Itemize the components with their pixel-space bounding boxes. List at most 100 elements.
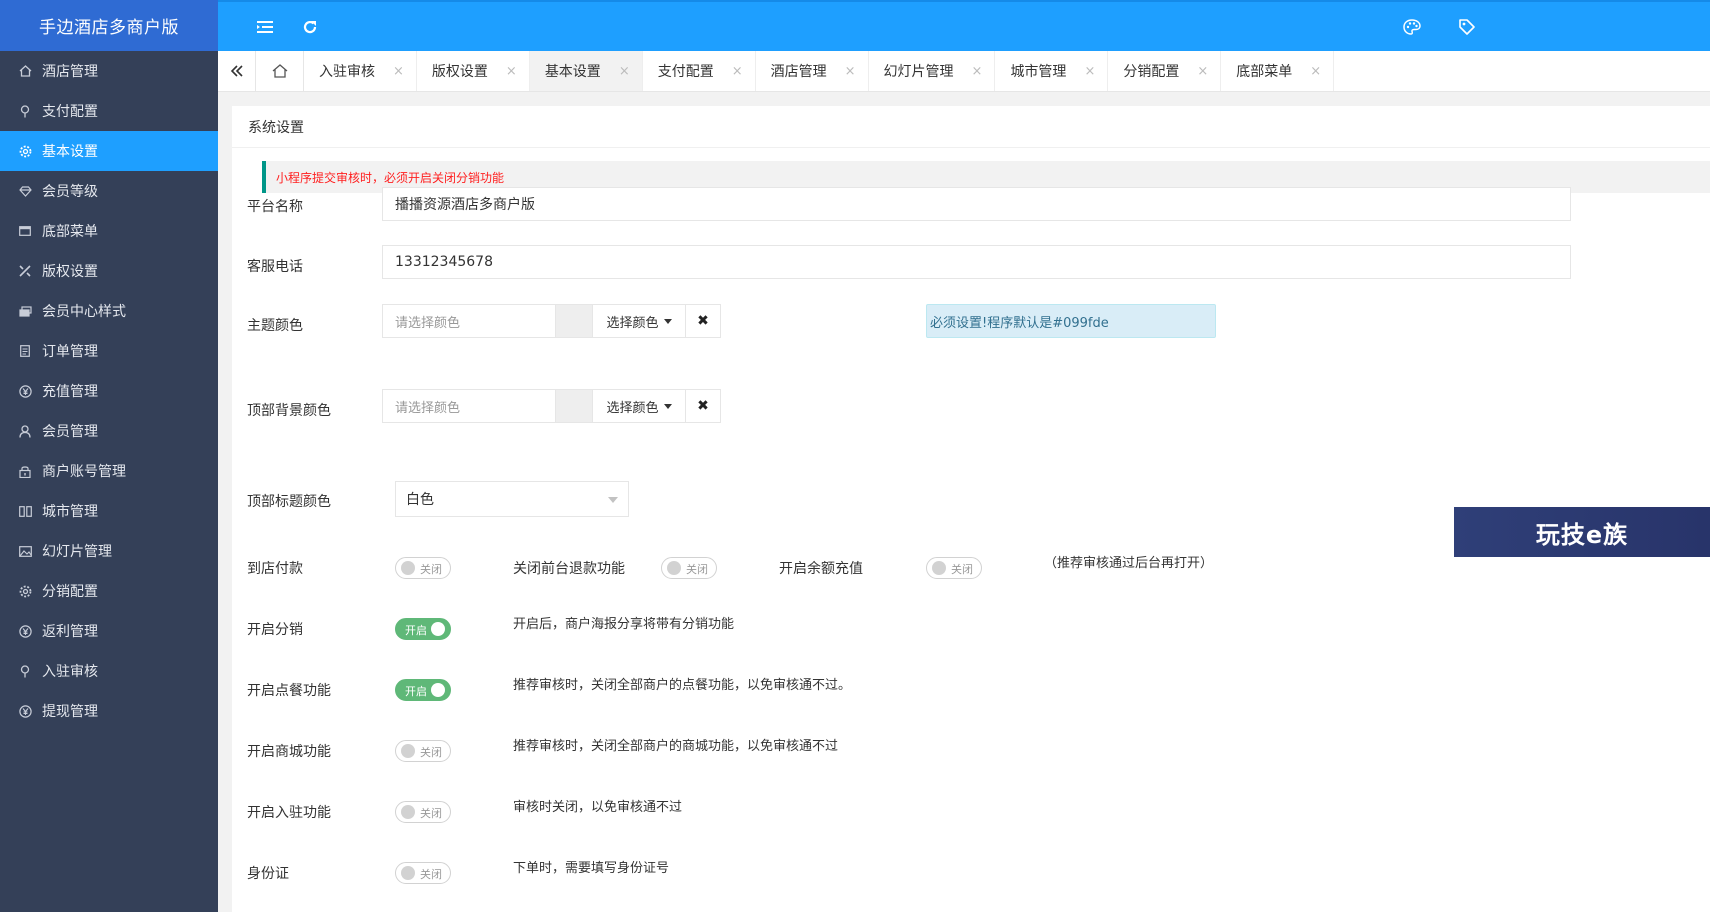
switch-knob <box>401 866 415 880</box>
sidebar-item-3[interactable]: 会员等级 <box>0 171 218 211</box>
theme-color-picker-button[interactable]: 选择颜色 <box>592 304 686 338</box>
platform-name-label: 平台名称 <box>247 199 303 215</box>
sidebar-item-label: 版权设置 <box>42 264 98 280</box>
tag-icon[interactable] <box>1447 2 1487 51</box>
sidebar-item-label: 充值管理 <box>42 384 98 400</box>
close-icon[interactable]: × <box>1197 64 1208 79</box>
mall-switch[interactable]: 关闭 <box>395 740 451 762</box>
distribution-switch[interactable]: 开启 <box>395 618 451 640</box>
switch-knob <box>401 744 415 758</box>
sidebar-item-label: 会员管理 <box>42 424 98 440</box>
tab-label: 入驻审核 <box>319 64 375 80</box>
sidebar-item-6[interactable]: 会员中心样式 <box>0 291 218 331</box>
tab-4[interactable]: 酒店管理 × <box>756 51 869 91</box>
theme-color-clear-button[interactable]: ✖ <box>685 304 721 338</box>
yen-icon <box>18 384 32 398</box>
top-bg-color-input[interactable]: 请选择颜色 <box>382 389 556 423</box>
tab-5[interactable]: 幻灯片管理 × <box>869 51 996 91</box>
switch-state-text: 开启 <box>405 685 427 698</box>
top-title-color-select[interactable]: 白色 <box>395 481 629 517</box>
sidebar-item-5[interactable]: 版权设置 <box>0 251 218 291</box>
switch-knob <box>431 683 445 697</box>
sidebar-item-12[interactable]: 幻灯片管理 <box>0 531 218 571</box>
top-bg-color-clear-button[interactable]: ✖ <box>685 389 721 423</box>
theme-color-preview <box>556 304 592 338</box>
panel-title: 系统设置 <box>232 106 1710 148</box>
balance-recharge-switch[interactable]: 关闭 <box>926 557 982 579</box>
sidebar-item-16[interactable]: 提现管理 <box>0 691 218 731</box>
close-icon[interactable]: × <box>393 64 404 79</box>
settle-in-switch[interactable]: 关闭 <box>395 801 451 823</box>
close-icon[interactable]: × <box>732 64 743 79</box>
close-icon[interactable]: × <box>619 64 630 79</box>
select-arrow-icon <box>608 497 618 503</box>
tab-home[interactable] <box>256 51 304 91</box>
service-phone-label: 客服电话 <box>247 259 303 275</box>
ordering-switch[interactable]: 开启 <box>395 679 451 701</box>
close-icon[interactable]: × <box>1084 64 1095 79</box>
sidebar-item-8[interactable]: 充值管理 <box>0 371 218 411</box>
id-card-switch[interactable]: 关闭 <box>395 862 451 884</box>
switch-knob <box>932 561 946 575</box>
tab-0[interactable]: 入驻审核 × <box>304 51 417 91</box>
tab-2[interactable]: 基本设置 × <box>529 51 643 91</box>
layers-icon <box>18 304 32 318</box>
caret-down-icon <box>663 318 672 324</box>
sidebar-item-2[interactable]: 基本设置 <box>0 131 218 171</box>
top-bg-color-label: 顶部背景颜色 <box>247 403 331 419</box>
close-icon[interactable]: × <box>506 64 517 79</box>
theme-color-input[interactable]: 请选择颜色 <box>382 304 556 338</box>
distribution-label: 开启分销 <box>247 622 303 638</box>
columns-icon <box>18 504 32 518</box>
sidebar-item-11[interactable]: 城市管理 <box>0 491 218 531</box>
sidebar-item-9[interactable]: 会员管理 <box>0 411 218 451</box>
sidebar-item-14[interactable]: 返利管理 <box>0 611 218 651</box>
tab-label: 幻灯片管理 <box>883 64 954 80</box>
switch-state-text: 关闭 <box>420 563 442 576</box>
tab-7[interactable]: 分销配置 × <box>1108 51 1222 91</box>
menu-fold-icon[interactable] <box>245 2 285 51</box>
sidebar-menu: 酒店管理支付配置 基本设置 会员等级底部菜单版权设置会员中心样式 订单管理充值管理会员… <box>0 51 218 731</box>
settle-in-label: 开启入驻功能 <box>247 805 331 821</box>
tab-3[interactable]: 支付配置 × <box>643 51 756 91</box>
recharge-note: （推荐审核通过后台再打开） <box>1044 556 1214 571</box>
gear-icon <box>18 584 32 598</box>
refresh-icon[interactable] <box>290 2 330 51</box>
ordering-label: 开启点餐功能 <box>247 683 331 699</box>
sidebar-item-4[interactable]: 底部菜单 <box>0 211 218 251</box>
sidebar-item-13[interactable]: 分销配置 <box>0 571 218 611</box>
lock-icon <box>18 464 32 478</box>
top-bg-color-picker-button[interactable]: 选择颜色 <box>592 389 686 423</box>
switch-state-text: 关闭 <box>420 807 442 820</box>
sidebar-item-7[interactable]: 订单管理 <box>0 331 218 371</box>
switch-knob <box>401 805 415 819</box>
caret-down-icon <box>663 403 672 409</box>
sidebar-item-label: 酒店管理 <box>42 64 98 80</box>
tabs-scroll-left-button[interactable] <box>218 51 256 91</box>
double-chevron-left-icon <box>230 65 243 77</box>
close-refund-switch[interactable]: 关闭 <box>661 557 717 579</box>
palette-icon[interactable] <box>1392 2 1432 51</box>
close-icon[interactable]: × <box>1310 64 1321 79</box>
close-icon[interactable]: × <box>845 64 856 79</box>
tab-1[interactable]: 版权设置 × <box>417 51 530 91</box>
location-pin-icon <box>18 104 32 118</box>
switch-knob <box>401 561 415 575</box>
pay-at-store-switch[interactable]: 关闭 <box>395 557 451 579</box>
top-bg-color-picker-label: 选择颜色 <box>606 400 659 416</box>
tab-list: 入驻审核 × 版权设置 × 基本设置 × 支付配置 × 酒店管理 × 幻灯片管理 × 城市管理 × 分销配置… <box>304 51 1335 91</box>
sidebar-item-15[interactable]: 入驻审核 <box>0 651 218 691</box>
sidebar-item-label: 返利管理 <box>42 624 98 640</box>
tools-icon <box>18 264 32 278</box>
service-phone-input[interactable]: 13312345678 <box>382 245 1571 279</box>
tab-8[interactable]: 底部菜单 × <box>1221 51 1335 91</box>
sidebar-item-0[interactable]: 酒店管理 <box>0 51 218 91</box>
sidebar-item-10[interactable]: 商户账号管理 <box>0 451 218 491</box>
window-icon <box>18 224 32 238</box>
tab-6[interactable]: 城市管理 × <box>995 51 1109 91</box>
close-icon[interactable]: × <box>972 64 983 79</box>
platform-name-input[interactable]: 播播资源酒店多商户版 <box>382 187 1571 221</box>
top-title-color-value: 白色 <box>406 492 434 508</box>
sidebar-item-label: 底部菜单 <box>42 224 98 240</box>
sidebar-item-1[interactable]: 支付配置 <box>0 91 218 131</box>
